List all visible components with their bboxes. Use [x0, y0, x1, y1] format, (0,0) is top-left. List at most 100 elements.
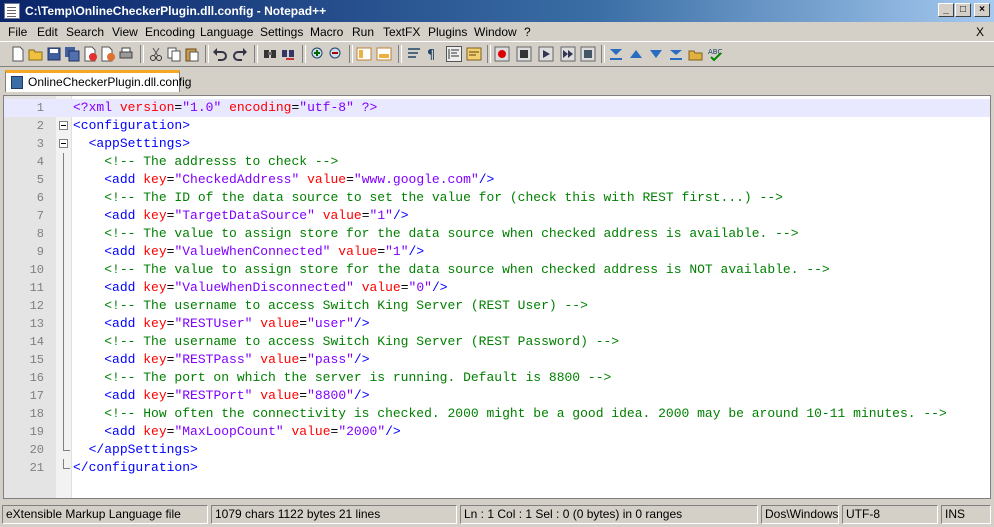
new-icon[interactable]: [10, 46, 26, 62]
close-button[interactable]: ×: [974, 3, 990, 17]
menu-run[interactable]: Run: [352, 25, 374, 39]
close-icon[interactable]: [82, 46, 98, 62]
menu-file[interactable]: File: [8, 25, 27, 39]
play-macro-icon[interactable]: [538, 46, 554, 62]
tab-onlinechecker-config[interactable]: OnlineCheckerPlugin.dll.config: [5, 70, 191, 92]
sync-horizontal-icon[interactable]: [376, 46, 392, 62]
code-line[interactable]: 18 <!-- How often the connectivity is ch…: [4, 405, 990, 423]
menu-window[interactable]: Window: [474, 25, 517, 39]
fold-guide: [63, 243, 64, 261]
sync-vertical-icon[interactable]: [356, 46, 372, 62]
code-token: <!-- The port on which the server is run…: [104, 370, 612, 385]
code-line[interactable]: 6 <!-- The ID of the data source to set …: [4, 189, 990, 207]
save-macro-icon[interactable]: [580, 46, 596, 62]
code-line[interactable]: 4 <!-- The addresss to check -->: [4, 153, 990, 171]
folder-icon[interactable]: [688, 46, 704, 62]
maximize-button[interactable]: □: [955, 3, 971, 17]
save-all-icon[interactable]: [64, 46, 80, 62]
code-token: <add: [104, 352, 144, 367]
code-editor[interactable]: 1 <?xml version="1.0" encoding="utf-8" ?>…: [3, 95, 991, 499]
cut-icon[interactable]: [148, 46, 164, 62]
zoom-in-icon[interactable]: [310, 46, 326, 62]
indent-guide-icon[interactable]: [446, 46, 462, 62]
code-line[interactable]: 12 <!-- The username to access Switch Ki…: [4, 297, 990, 315]
spellcheck-icon[interactable]: ABC: [708, 46, 724, 62]
down-icon[interactable]: [648, 46, 664, 62]
open-icon[interactable]: [28, 46, 44, 62]
line-number: 9: [36, 245, 44, 259]
menu-help[interactable]: ?: [524, 25, 531, 39]
paste-icon[interactable]: [184, 46, 200, 62]
line-text: <!-- How often the connectivity is check…: [73, 405, 947, 423]
close-document-button[interactable]: X: [976, 25, 984, 39]
stop-record-icon[interactable]: [516, 46, 532, 62]
code-line[interactable]: 20 </appSettings>: [4, 441, 990, 459]
line-number: 13: [29, 317, 44, 331]
code-token: "1": [385, 244, 409, 259]
code-line[interactable]: 9 <add key="ValueWhenConnected" value="1…: [4, 243, 990, 261]
show-all-chars-icon[interactable]: ¶: [424, 46, 440, 62]
close-all-icon[interactable]: [100, 46, 116, 62]
run-multiple-icon[interactable]: [560, 46, 576, 62]
print-icon[interactable]: [118, 46, 134, 62]
code-token: "www.google.com": [353, 172, 479, 187]
code-line[interactable]: 1 <?xml version="1.0" encoding="utf-8" ?>: [4, 99, 990, 117]
find-icon[interactable]: [262, 46, 278, 62]
code-line[interactable]: 2 <configuration>: [4, 117, 990, 135]
code-line[interactable]: 7 <add key="TargetDataSource" value="1"/…: [4, 207, 990, 225]
line-text: <!-- The port on which the server is run…: [73, 369, 611, 387]
save-icon[interactable]: [46, 46, 62, 62]
menu-language[interactable]: Language: [200, 25, 253, 39]
fold-collapse-icon[interactable]: [59, 121, 68, 130]
toolbar-separator: [487, 45, 491, 63]
code-line[interactable]: 16 <!-- The port on which the server is …: [4, 369, 990, 387]
code-line[interactable]: 8 <!-- The value to assign store for the…: [4, 225, 990, 243]
word-wrap-icon[interactable]: [406, 46, 422, 62]
copy-icon[interactable]: [166, 46, 182, 62]
fold-collapse-icon[interactable]: [59, 139, 68, 148]
menu-plugins[interactable]: Plugins: [428, 25, 467, 39]
menu-edit[interactable]: Edit: [37, 25, 58, 39]
minimize-button[interactable]: _: [938, 3, 954, 17]
fold-guide: [63, 423, 64, 441]
code-line[interactable]: 5 <add key="CheckedAddress" value="www.g…: [4, 171, 990, 189]
trim-icon[interactable]: [608, 46, 624, 62]
notepad-icon[interactable]: [4, 3, 20, 19]
block-icon[interactable]: [668, 46, 684, 62]
up-icon[interactable]: [628, 46, 644, 62]
record-macro-icon[interactable]: [494, 46, 510, 62]
menu-encoding[interactable]: Encoding: [145, 25, 195, 39]
menu-textfx[interactable]: TextFX: [383, 25, 420, 39]
undo-icon[interactable]: [212, 46, 228, 62]
replace-icon[interactable]: [280, 46, 296, 62]
code-token: value: [260, 388, 300, 403]
code-token: </configuration>: [73, 460, 198, 475]
zoom-out-icon[interactable]: [328, 46, 344, 62]
menu-view[interactable]: View: [112, 25, 138, 39]
code-line[interactable]: 21 </configuration>: [4, 459, 990, 477]
code-line[interactable]: 11 <add key = "ValueWhenDisconnected" valu…: [4, 279, 990, 297]
code-line[interactable]: 3 <appSettings>: [4, 135, 990, 153]
code-line[interactable]: 19 <add key="MaxLoopCount" value="2000"/…: [4, 423, 990, 441]
code-line[interactable]: 13 <add key="RESTUser" value="user"/>: [4, 315, 990, 333]
redo-icon[interactable]: [232, 46, 248, 62]
line-text: <?xml version="1.0" encoding="utf-8" ?>: [73, 99, 377, 117]
code-line[interactable]: 14 <!-- The username to access Switch Ki…: [4, 333, 990, 351]
menu-settings[interactable]: Settings: [260, 25, 303, 39]
status-filetype: eXtensible Markup Language file: [2, 505, 208, 524]
line-text: <!-- The value to assign store for the d…: [73, 261, 830, 279]
code-line[interactable]: 10 <!-- The value to assign store for th…: [4, 261, 990, 279]
code-line[interactable]: 15 <add key="RESTPass" value="pass"/>: [4, 351, 990, 369]
code-line[interactable]: 17 <add key="RESTPort" value="8800"/>: [4, 387, 990, 405]
menu-macro[interactable]: Macro: [310, 25, 343, 39]
fold-guide: [63, 279, 64, 297]
code-token: value: [307, 172, 347, 187]
menu-search[interactable]: Search: [66, 25, 104, 39]
line-number: 10: [29, 263, 44, 277]
user-lang-icon[interactable]: [466, 46, 482, 62]
